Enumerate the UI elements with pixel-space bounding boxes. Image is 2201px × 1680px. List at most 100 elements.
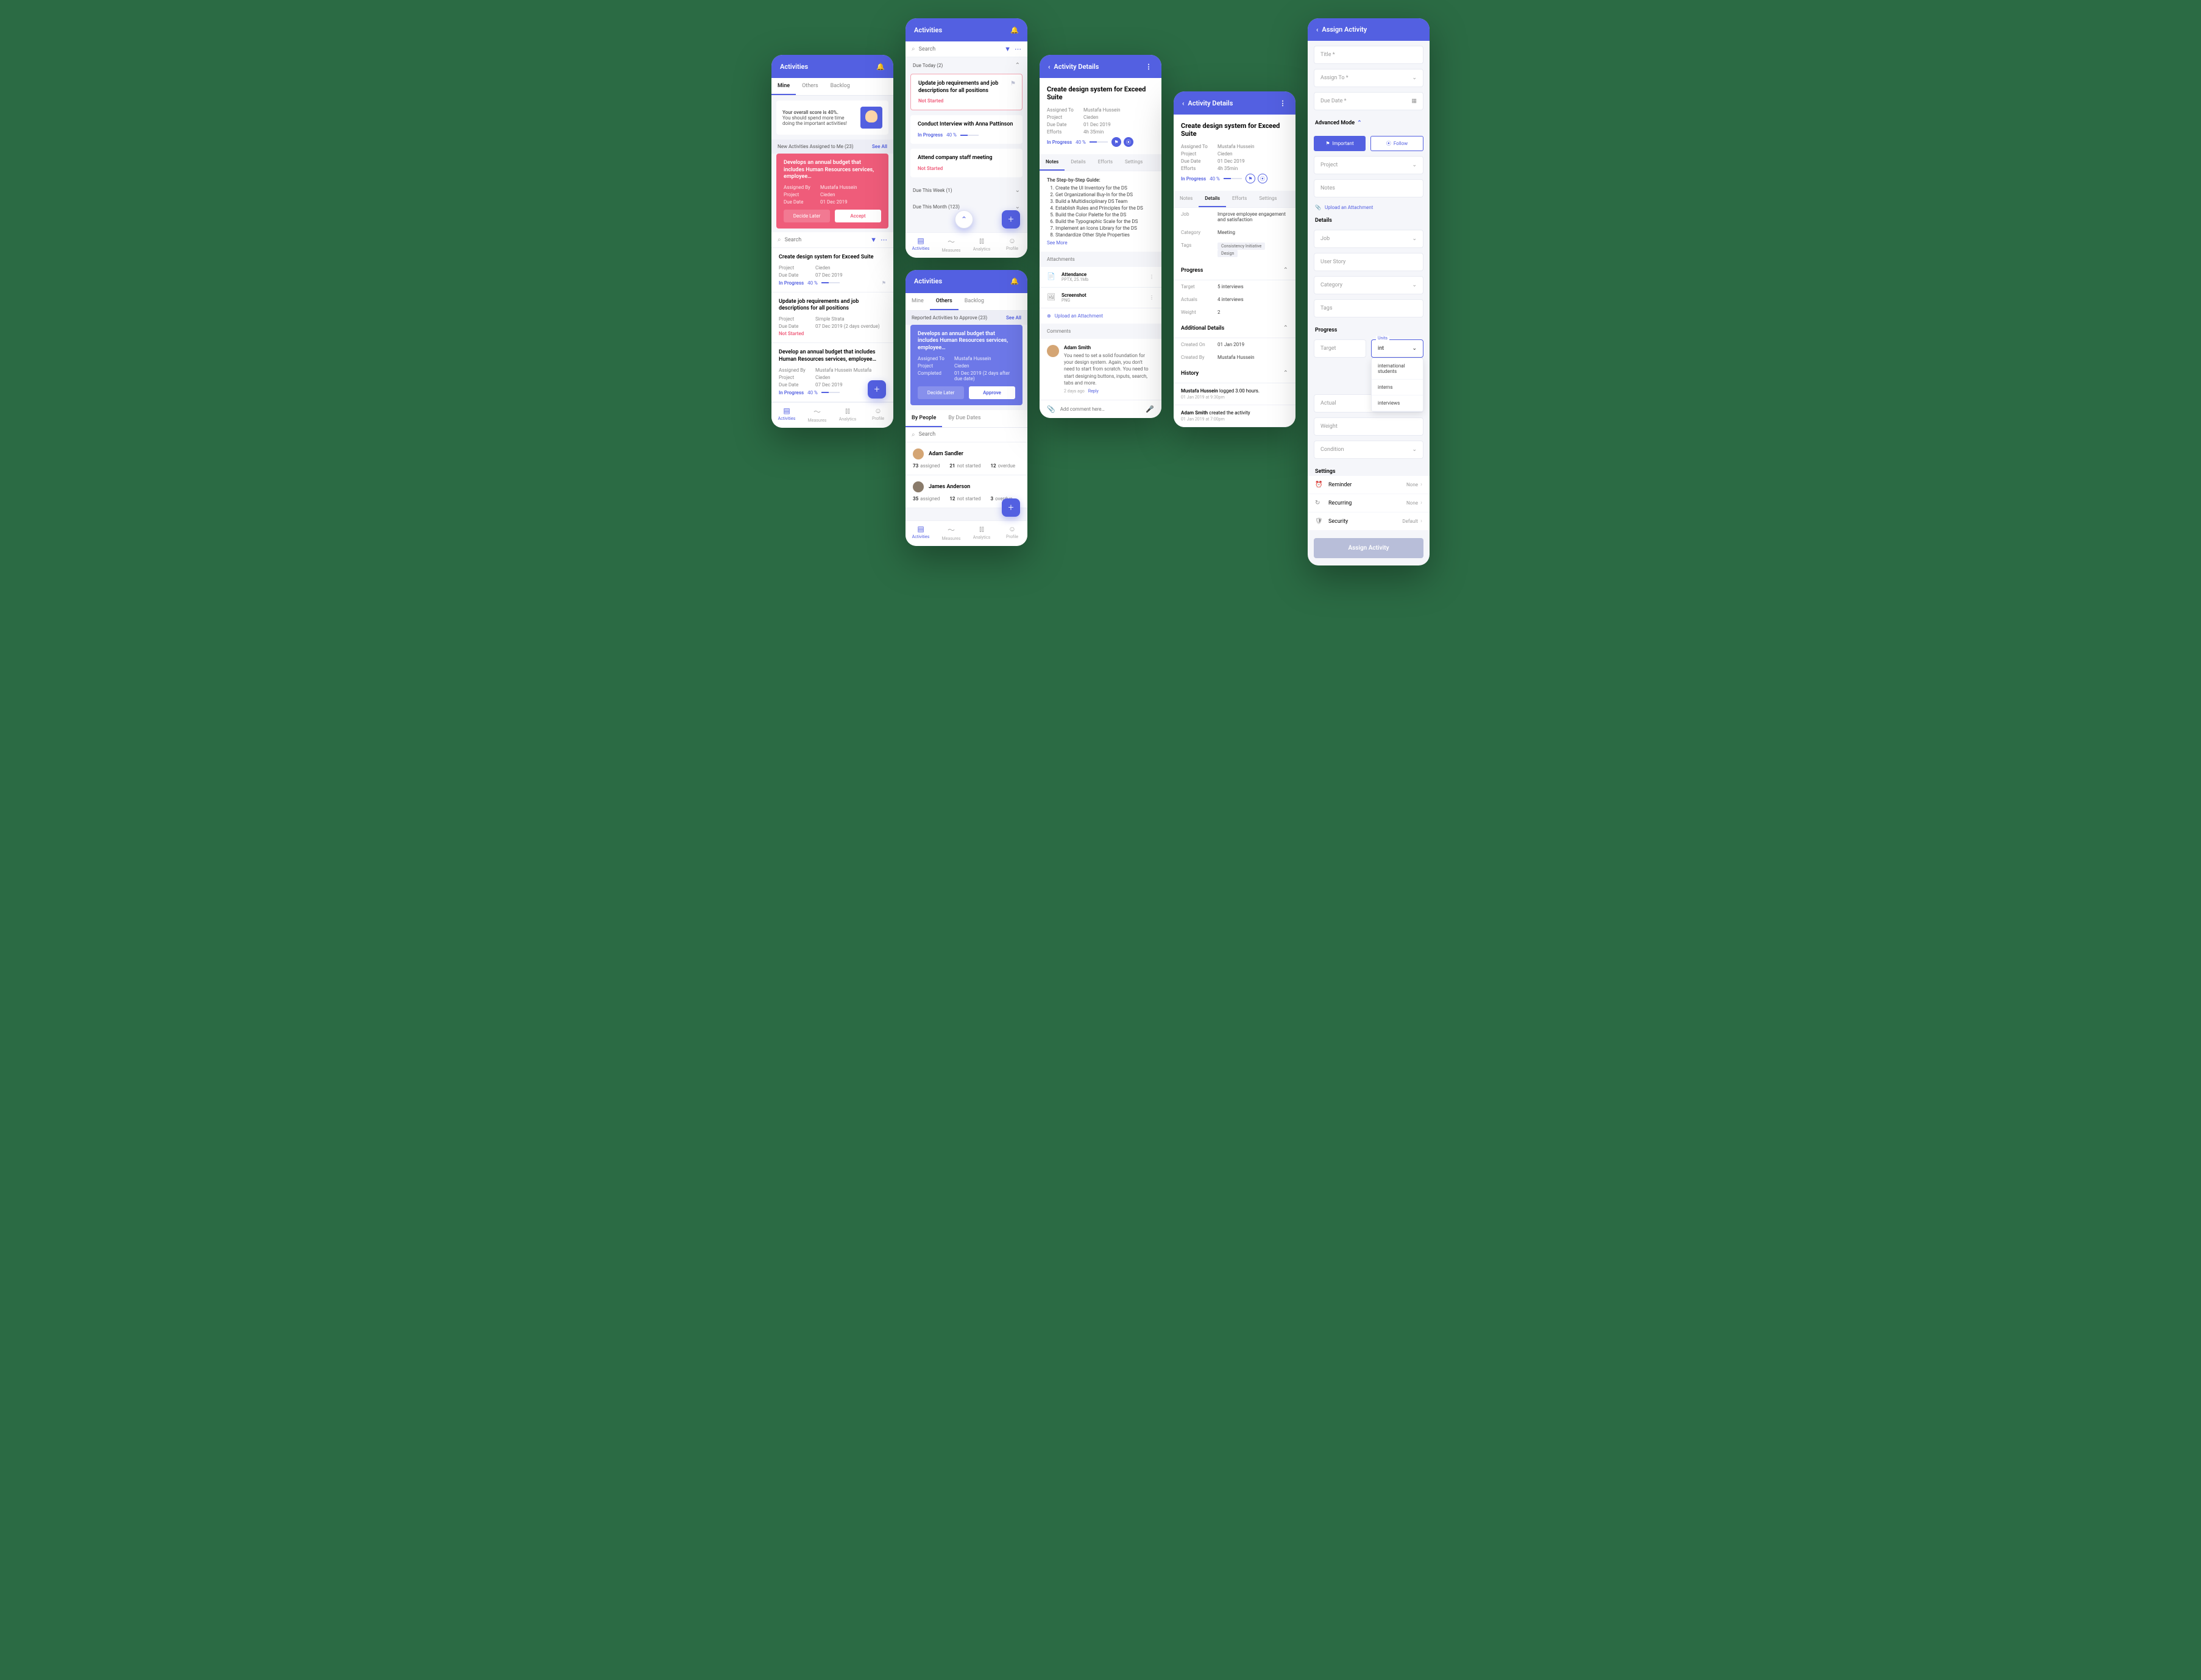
subtab-efforts[interactable]: Efforts	[1092, 154, 1119, 171]
nav-analytics[interactable]: ⫾⫾Analytics	[832, 406, 863, 423]
title-field[interactable]: Title *	[1314, 46, 1423, 64]
subtab-settings[interactable]: Settings	[1253, 191, 1283, 207]
due-date-field[interactable]: Due Date *▦	[1314, 92, 1423, 110]
tab-backlog[interactable]: Backlog	[959, 293, 990, 310]
tab-backlog[interactable]: Backlog	[824, 78, 856, 95]
upload-attachment-link[interactable]: 📎Upload an Attachment	[1308, 202, 1430, 213]
see-all-link[interactable]: See All	[872, 144, 887, 149]
tags-field[interactable]: Tags	[1314, 299, 1423, 317]
fab-add[interactable]: +	[1002, 210, 1020, 229]
bell-icon[interactable]: 🔔	[876, 62, 885, 71]
tab-mine[interactable]: Mine	[771, 78, 796, 95]
reply-link[interactable]: Reply	[1088, 389, 1099, 394]
search-input[interactable]	[919, 431, 1021, 438]
flag-icon[interactable]: ⚑	[882, 280, 886, 286]
nav-analytics[interactable]: ⫾⫾Analytics	[966, 236, 997, 253]
more-icon[interactable]: ⋯	[881, 236, 887, 244]
nav-activities[interactable]: ▤Activities	[906, 525, 936, 541]
bell-icon[interactable]: 🔔	[1010, 26, 1019, 34]
subtab-details[interactable]: Details	[1199, 191, 1226, 207]
back-button[interactable]: ‹Assign Activity	[1316, 26, 1367, 34]
important-chip[interactable]: ⚑Important	[1314, 136, 1366, 151]
assign-activity-button[interactable]: Assign Activity	[1314, 538, 1423, 558]
user-story-field[interactable]: User Story	[1314, 253, 1423, 271]
condition-field[interactable]: Condition⌄	[1314, 441, 1423, 459]
nav-measures[interactable]: 〜Measures	[936, 525, 966, 541]
recurring-setting[interactable]: ↻RecurringNone›	[1308, 494, 1430, 512]
more-icon[interactable]: ⋮	[1149, 295, 1154, 300]
approve-button[interactable]: Approve	[969, 386, 1015, 399]
subtab-by-people[interactable]: By People	[906, 410, 942, 427]
nav-measures[interactable]: 〜Measures	[936, 236, 966, 253]
attachment-row[interactable]: 🖼 ScreenshotPNG ⋮	[1040, 288, 1161, 308]
tab-others[interactable]: Others	[796, 78, 824, 95]
activity-card[interactable]: Create design system for Exceed Suite Pr…	[771, 248, 893, 292]
nav-analytics[interactable]: ⫾⫾Analytics	[966, 525, 997, 541]
nav-profile[interactable]: ☺Profile	[997, 236, 1027, 253]
nav-activities[interactable]: ▤Activities	[771, 406, 802, 423]
reminder-setting[interactable]: ⏰ReminderNone›	[1308, 476, 1430, 494]
task-card[interactable]: Attend company staff meeting Not Started	[910, 149, 1023, 177]
job-field[interactable]: Job⌄	[1314, 230, 1423, 248]
decide-later-button[interactable]: Decide Later	[784, 210, 830, 222]
category-field[interactable]: Category⌄	[1314, 276, 1423, 294]
more-icon[interactable]: ⋯	[1015, 45, 1021, 53]
back-button[interactable]: ‹Activity Details	[1048, 63, 1099, 71]
nav-profile[interactable]: ☺Profile	[997, 525, 1027, 541]
bell-icon[interactable]: 🔔	[1010, 277, 1019, 286]
additional-section[interactable]: Additional Details⌃	[1174, 319, 1295, 338]
fab-add[interactable]: +	[1002, 498, 1020, 517]
subtab-details[interactable]: Details	[1065, 154, 1091, 171]
subtab-efforts[interactable]: Efforts	[1226, 191, 1253, 207]
search-input[interactable]	[785, 237, 868, 243]
fab-add[interactable]: +	[868, 380, 886, 399]
filter-icon[interactable]: ▼	[1004, 45, 1011, 53]
group-due-week[interactable]: Due This Week (1)⌄	[906, 182, 1027, 199]
follow-badge-icon[interactable]: ⦿	[1124, 137, 1133, 147]
tab-mine[interactable]: Mine	[906, 293, 930, 310]
fab-scroll-top[interactable]: ⌃	[955, 210, 973, 229]
weight-field[interactable]: Weight	[1314, 417, 1423, 436]
approve-activity-card[interactable]: Develops an annual budget that includes …	[910, 325, 1023, 405]
back-button[interactable]: ‹Activity Details	[1182, 99, 1233, 107]
flag-icon[interactable]: ⚑	[1010, 80, 1016, 87]
attach-icon[interactable]: 📎	[1047, 405, 1055, 413]
follow-chip[interactable]: ⦿Follow	[1370, 136, 1423, 151]
nav-activities[interactable]: ▤Activities	[906, 236, 936, 253]
flag-badge-icon[interactable]: ⚑	[1111, 137, 1121, 147]
more-icon[interactable]: ⋮	[1278, 99, 1287, 107]
comment-input[interactable]	[1060, 406, 1141, 412]
see-all-link[interactable]: See All	[1006, 315, 1021, 321]
subtab-notes[interactable]: Notes	[1174, 191, 1199, 207]
subtab-notes[interactable]: Notes	[1040, 154, 1065, 171]
more-icon[interactable]: ⋮	[1149, 274, 1154, 280]
nav-measures[interactable]: 〜Measures	[802, 406, 832, 423]
dropdown-option[interactable]: international students	[1372, 358, 1423, 380]
notes-field[interactable]: Notes	[1314, 179, 1423, 197]
accept-button[interactable]: Accept	[835, 210, 881, 222]
progress-section[interactable]: Progress⌃	[1174, 261, 1295, 280]
see-more-link[interactable]: See More	[1047, 240, 1154, 246]
tab-others[interactable]: Others	[930, 293, 959, 310]
decide-later-button[interactable]: Decide Later	[918, 386, 964, 399]
target-field[interactable]: Target	[1314, 339, 1366, 358]
dropdown-option[interactable]: interviews	[1372, 395, 1423, 411]
follow-badge-icon[interactable]: ⦿	[1258, 174, 1267, 183]
mic-icon[interactable]: 🎤	[1146, 405, 1154, 413]
person-row[interactable]: Adam Sandler 73assigned 21not started 12…	[906, 442, 1027, 475]
task-card[interactable]: Conduct Interview with Anna Pattinson In…	[910, 115, 1023, 144]
more-icon[interactable]: ⋮	[1144, 62, 1153, 71]
search-input[interactable]	[919, 46, 1002, 52]
group-due-today[interactable]: Due Today (2)⌃	[906, 57, 1027, 74]
subtab-settings[interactable]: Settings	[1119, 154, 1149, 171]
subtab-by-due[interactable]: By Due Dates	[942, 410, 987, 427]
assigned-activity-card[interactable]: Develops an annual budget that includes …	[776, 154, 888, 229]
filter-icon[interactable]: ▼	[870, 236, 877, 244]
task-card[interactable]: ⚑ Update job requirements and job descri…	[910, 74, 1023, 110]
units-field[interactable]: int⌄	[1371, 339, 1423, 358]
attachment-row[interactable]: 📄 AttendancePPTX, 25.1Mb ⋮	[1040, 267, 1161, 288]
upload-attachment-link[interactable]: ⊕Upload an Attachment	[1040, 308, 1161, 324]
advanced-toggle[interactable]: Advanced Mode⌃	[1308, 115, 1430, 131]
assign-to-field[interactable]: Assign To *⌄	[1314, 69, 1423, 87]
history-section[interactable]: History⌃	[1174, 364, 1295, 383]
